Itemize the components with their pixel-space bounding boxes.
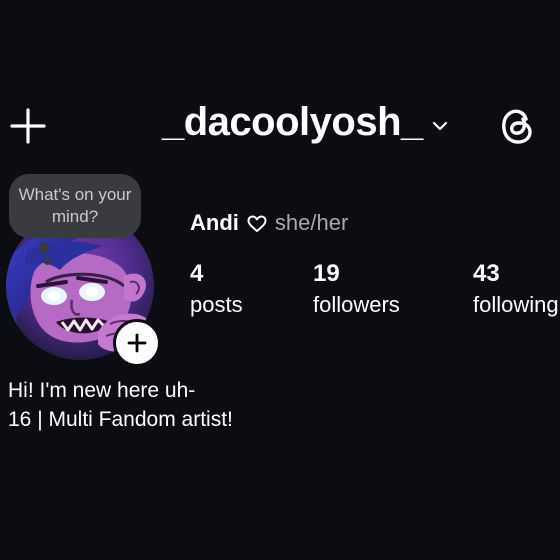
- stat-posts[interactable]: 4 posts: [190, 260, 243, 322]
- stat-count: 19: [313, 260, 340, 287]
- name-row: Andi she/her: [190, 210, 348, 236]
- account-switcher[interactable]: _dacoolyosh_: [162, 100, 449, 145]
- display-name: Andi: [190, 210, 239, 235]
- create-plus-icon[interactable]: [10, 108, 46, 144]
- note-tail-dot-small: [44, 258, 51, 265]
- bio: Hi! I'm new here uh- 16 | Multi Fandom a…: [8, 376, 233, 434]
- stat-label: followers: [313, 292, 400, 317]
- stat-count: 4: [190, 260, 204, 287]
- bio-line: Hi! I'm new here uh-: [8, 379, 196, 402]
- bio-line: 16 | Multi Fandom artist!: [8, 408, 233, 431]
- username: _dacoolyosh_: [162, 100, 423, 144]
- chevron-down-icon: [432, 121, 447, 130]
- stat-label: posts: [190, 292, 243, 317]
- pronouns: she/her: [274, 210, 349, 235]
- note-placeholder: What's on your mind?: [18, 185, 132, 226]
- add-story-button[interactable]: [113, 319, 161, 367]
- stat-count: 43: [473, 260, 500, 287]
- stat-following[interactable]: 43 following: [473, 260, 559, 322]
- threads-icon[interactable]: [498, 106, 536, 146]
- stat-label: following: [473, 292, 559, 317]
- stat-followers[interactable]: 19 followers: [313, 260, 400, 322]
- heart-outline-icon: [247, 215, 267, 232]
- note-tail-dot: [38, 242, 49, 253]
- note-bubble[interactable]: What's on your mind?: [9, 174, 141, 238]
- profile-screen: _dacoolyosh_ What's on your mind? Andi s…: [0, 0, 560, 560]
- plus-icon: [127, 333, 147, 353]
